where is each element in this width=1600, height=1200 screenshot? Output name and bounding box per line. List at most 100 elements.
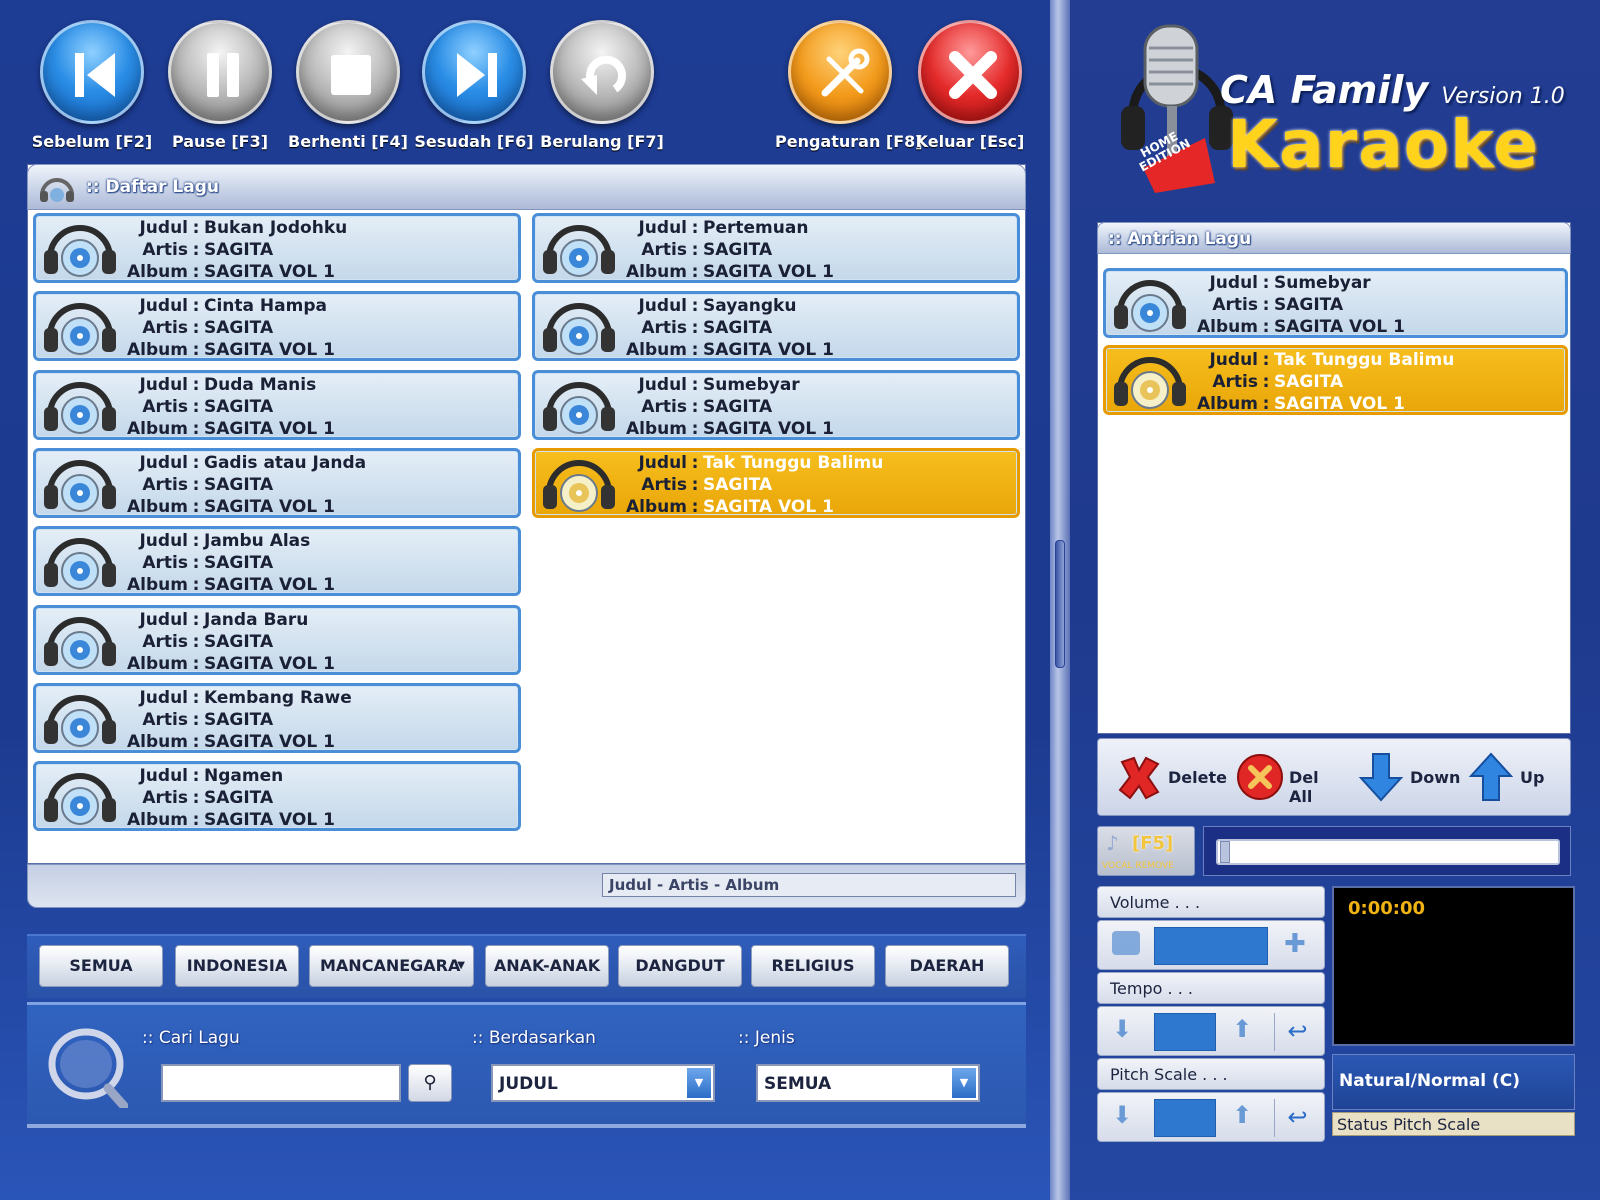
song-card[interactable]: Judul: Kembang Rawe Artis: SAGITA Album: SAGI… (33, 682, 521, 753)
song-card[interactable]: Judul: Sayangku Artis: SAGITA Album: SAGITA V… (532, 291, 1020, 362)
song-card[interactable]: Judul: Pertemuan Artis: SAGITA Album: SAGITA … (532, 213, 1020, 283)
volume-up-icon[interactable]: ✚ (1284, 929, 1306, 959)
stop-icon (296, 20, 400, 124)
song-card[interactable]: Judul: Bukan Jodohku Artis: SAGITA Album: SAG… (33, 213, 521, 283)
splitter-grip[interactable] (1055, 540, 1065, 668)
pitch-up-icon[interactable]: ⬆ (1232, 1101, 1252, 1129)
category-anak-anak[interactable]: ANAK-ANAK (485, 945, 609, 987)
stop-button-label: Berhenti [F4] (288, 132, 408, 151)
song-artist: SAGITA (204, 709, 274, 730)
pitch-value-box (1154, 1099, 1216, 1137)
song-card[interactable]: Judul: Duda Manis Artis: SAGITA Album: SAGITA… (33, 369, 521, 440)
song-card[interactable]: Judul: Ngamen Artis: SAGITA Album: SAGITA VOL… (33, 761, 521, 832)
headphones-icon (44, 694, 116, 747)
move-down-button[interactable]: Down (1356, 752, 1466, 802)
song-card-selected[interactable]: Judul: Tak Tunggu Balimu Artis: SAGITA Album… (532, 447, 1020, 518)
colon-separator: : (691, 496, 699, 517)
song-artist-row: Artis: SAGITA (1190, 372, 1343, 394)
colon-separator: : (691, 418, 699, 439)
search-button[interactable]: ⚲ (408, 1064, 452, 1102)
settings-button-label: Pengaturan [F8] (775, 132, 923, 151)
song-artist-row: Artis: SAGITA (120, 632, 273, 654)
category-indonesia[interactable]: INDONESIA (175, 945, 299, 987)
magnifier-icon: ⚲ (423, 1072, 437, 1093)
category-daerah[interactable]: DAERAH (885, 945, 1009, 987)
colon-separator: : (1262, 317, 1270, 337)
colon-separator: : (192, 731, 200, 752)
song-artist-row: Artis: SAGITA (1190, 295, 1343, 317)
pause-button[interactable]: Pause [F3] (158, 6, 282, 151)
move-up-button[interactable]: Up (1466, 752, 1566, 802)
song-card-selected[interactable]: Judul: Tak Tunggu Balimu Artis: SAGITA Album… (1103, 345, 1568, 415)
delete-all-icon (1237, 754, 1283, 800)
song-album-key: Album (1197, 394, 1258, 414)
search-by-label: :: Berdasarkan (472, 1028, 596, 1048)
category-semua[interactable]: SEMUA (39, 945, 163, 987)
song-card[interactable]: Judul: Gadis atau Janda Artis: SAGITA Album:… (33, 447, 521, 518)
song-card[interactable]: Judul: Janda Baru Artis: SAGITA Album: SAGITA… (33, 604, 521, 676)
colon-separator: : (192, 262, 200, 282)
song-album-row: Album: SAGITA VOL 1 (120, 340, 335, 362)
music-note-icon: ♪ (1106, 831, 1119, 855)
prev-button[interactable]: Sebelum [F2] (30, 6, 154, 151)
song-album-row: Album: SAGITA VOL 1 (619, 262, 834, 284)
headphones-icon (543, 303, 615, 356)
song-album-row: Album: SAGITA VOL 1 (619, 340, 834, 362)
stop-button[interactable]: Berhenti [F4] (286, 6, 410, 151)
repeat-button[interactable]: Berulang [F7] (540, 6, 664, 151)
song-title-key: Judul (139, 452, 188, 473)
search-label: :: Cari Lagu (142, 1028, 240, 1048)
song-card[interactable]: Judul: Jambu Alas Artis: SAGITA Album: SAGITA… (33, 526, 521, 597)
headphones-icon (44, 773, 116, 826)
colon-separator: : (192, 687, 200, 708)
song-title-key: Judul (638, 452, 687, 473)
pitch-down-icon[interactable]: ⬇ (1112, 1101, 1132, 1129)
seek-thumb[interactable] (1220, 841, 1230, 863)
search-input[interactable] (161, 1064, 401, 1102)
category-religius[interactable]: RELIGIUS (751, 945, 875, 987)
pitch-status-label: Status Pitch Scale (1337, 1115, 1481, 1134)
song-album-key: Album (127, 731, 188, 752)
song-title: Pertemuan (703, 218, 809, 238)
type-select[interactable]: SEMUA ▼ (756, 1064, 980, 1102)
song-artist-key: Artis (142, 396, 188, 417)
volume-slider[interactable] (1154, 927, 1268, 965)
sort-label: Judul - Artis - Album (602, 873, 1016, 897)
tempo-up-icon[interactable]: ⬆ (1232, 1015, 1252, 1043)
tempo-reset-icon[interactable]: ↩ (1274, 1013, 1320, 1051)
headphones-icon (1114, 357, 1186, 409)
pitch-reset-icon[interactable]: ↩ (1274, 1099, 1320, 1137)
song-artist-key: Artis (641, 318, 687, 339)
song-card[interactable]: Judul: Sumebyar Artis: SAGITA Album: SAGITA V… (532, 369, 1020, 440)
delete-button[interactable]: Delete (1114, 752, 1227, 802)
colon-separator: : (192, 709, 200, 730)
repeat-button-label: Berulang [F7] (540, 132, 664, 151)
tempo-header: Tempo . . . (1097, 972, 1325, 1004)
tempo-down-icon[interactable]: ⬇ (1112, 1015, 1132, 1043)
headphones-icon (44, 538, 116, 591)
category-mancanegara[interactable]: MANCANEGARA ▼ (309, 945, 474, 987)
song-artist: SAGITA (204, 788, 274, 809)
song-title-row: Judul: Gadis atau Janda (120, 453, 366, 475)
category-dangdut[interactable]: DANGDUT (618, 945, 742, 987)
vocal-remove-button[interactable]: ♪ [F5] VOCAL REMOVE (1097, 826, 1195, 876)
volume-down-icon[interactable] (1112, 931, 1140, 955)
song-title-row: Judul: Duda Manis (120, 375, 316, 397)
song-title: Gadis atau Janda (204, 452, 367, 473)
colon-separator: : (192, 340, 200, 361)
song-artist: SAGITA (204, 474, 274, 495)
song-card[interactable]: Judul: Cinta Hampa Artis: SAGITA Album: SAGIT… (33, 291, 521, 362)
settings-button[interactable]: Pengaturan [F8] (775, 6, 923, 151)
delete-all-button[interactable]: Del All (1235, 752, 1345, 806)
seek-bar[interactable] (1216, 839, 1560, 865)
exit-button[interactable]: Keluar [Esc] (905, 6, 1035, 151)
song-title-row: Judul: Bukan Jodohku (120, 218, 347, 240)
song-album-row: Album: SAGITA VOL 1 (120, 654, 335, 676)
song-album: SAGITA VOL 1 (703, 418, 834, 439)
next-button[interactable]: Sesudah [F6] (412, 6, 536, 151)
song-title-row: Judul: Ngamen (120, 766, 283, 788)
song-card[interactable]: Judul: Sumebyar Artis: SAGITA Album: SAGITA V… (1103, 268, 1568, 338)
song-album-row: Album: SAGITA VOL 1 (120, 810, 335, 832)
song-title: Tak Tunggu Balimu (1274, 350, 1455, 370)
search-by-select[interactable]: JUDUL ▼ (491, 1064, 715, 1102)
